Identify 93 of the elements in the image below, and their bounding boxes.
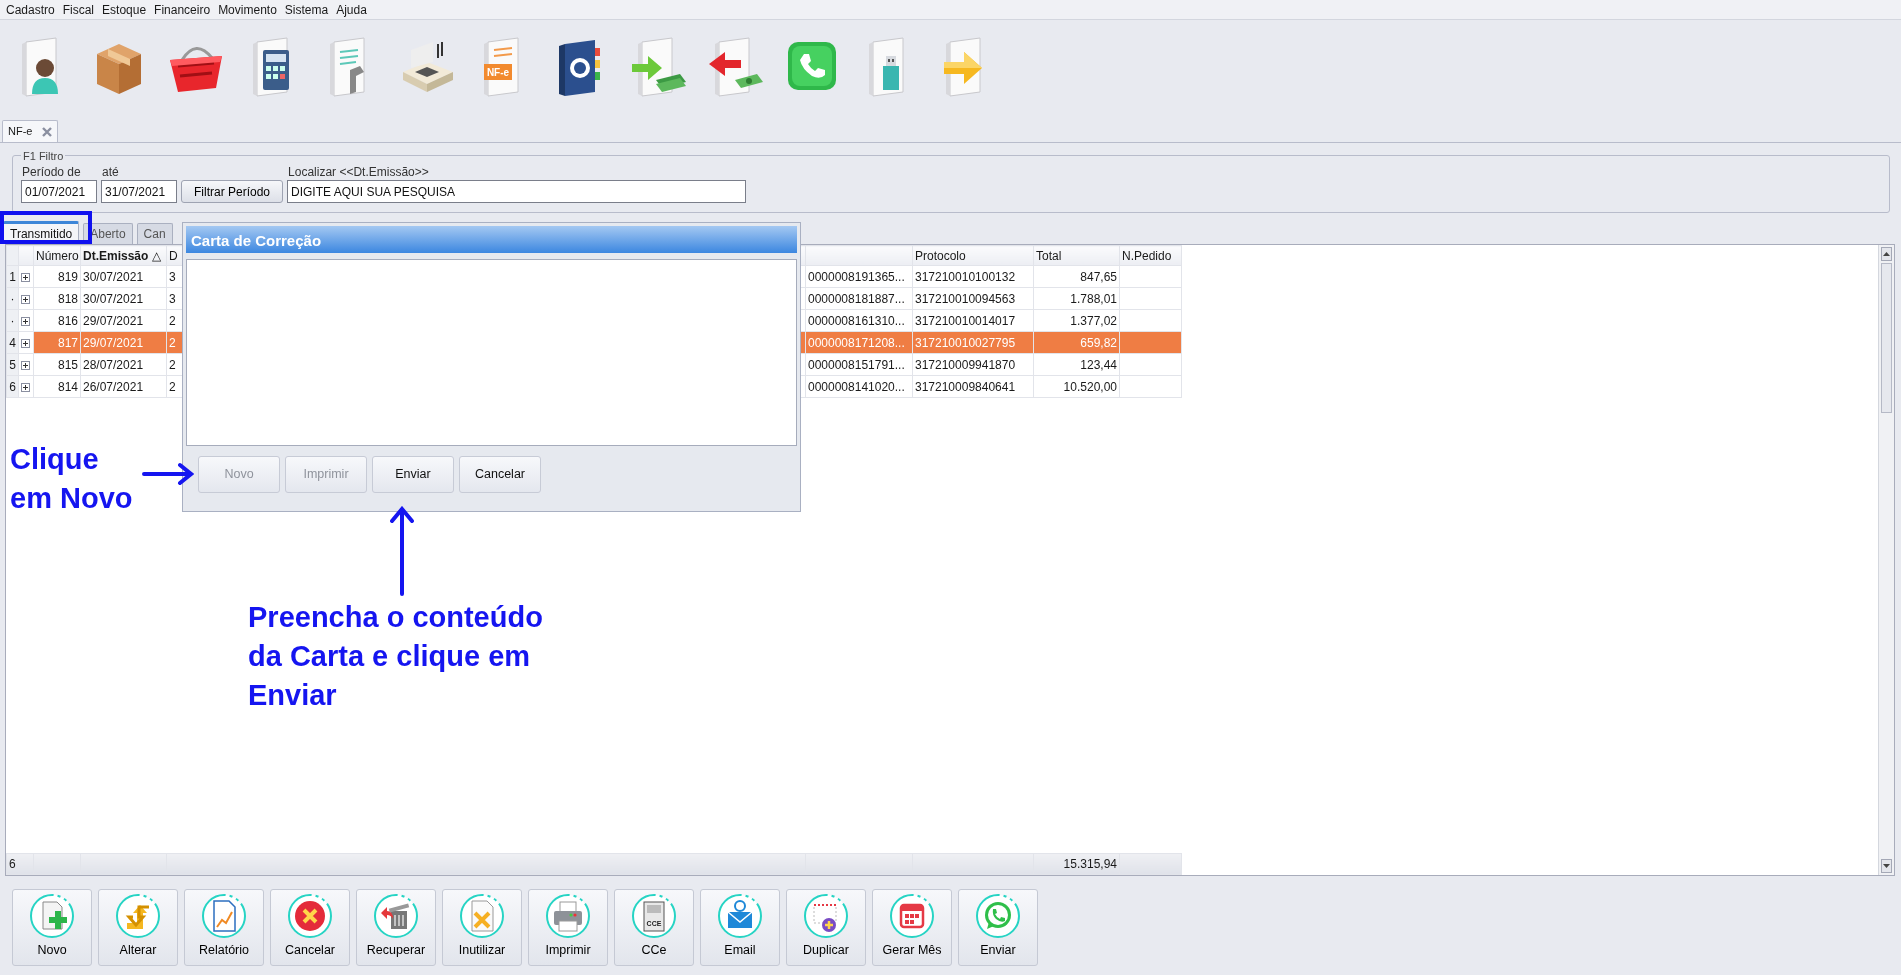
toolbar-button[interactable]: Novo	[12, 889, 92, 966]
annotation-text: Clique em Novo	[10, 442, 133, 516]
toolbar-button[interactable]: Relatório	[184, 889, 264, 966]
annotation-text: Preencha o conteúdo da Carta e clique em Enviar	[248, 600, 543, 713]
table-cell: 317210010014017	[912, 309, 1034, 332]
email-icon	[717, 893, 763, 939]
table-cell: 814	[33, 375, 81, 398]
field-label: até	[101, 165, 120, 180]
close-icon[interactable]	[42, 127, 53, 138]
toolbar-button[interactable]: Inutilizar	[442, 889, 522, 966]
table-cell: 815	[33, 353, 81, 376]
menu-item[interactable]: Estoque	[98, 0, 151, 19]
column-header[interactable]: Total	[1033, 245, 1120, 266]
date-field[interactable]: 31/07/2021	[101, 180, 177, 203]
field-label: Localizar <<Dt.Emissão>>	[287, 165, 430, 180]
row-number: 6	[6, 375, 19, 398]
table-cell: 0000008181887...	[805, 287, 913, 310]
tab[interactable]: Can	[136, 223, 173, 244]
table-cell: 0000008191365...	[805, 265, 913, 288]
trash-restore-icon	[373, 893, 419, 939]
table-cell: 1.377,02	[1033, 309, 1120, 332]
field-label: Período de	[21, 165, 82, 180]
footer-total: 15.315,94	[1033, 853, 1120, 875]
toolbar-button[interactable]: Imprimir	[528, 889, 608, 966]
column-header[interactable]: Protocolo	[912, 245, 1034, 266]
cancel-icon	[287, 893, 333, 939]
document-cross-icon	[459, 893, 505, 939]
tab-label: NF-e	[8, 124, 33, 140]
chart-document-icon	[201, 893, 247, 939]
toolbar-button[interactable]: Duplicar	[786, 889, 866, 966]
menu-item[interactable]: Financeiro	[150, 0, 215, 19]
table-cell: 28/07/2021	[80, 353, 167, 376]
filter-button[interactable]: Filtrar Período	[181, 180, 284, 203]
swap-arrows-icon	[115, 893, 161, 939]
column-header[interactable]: Dt.Emissão △	[80, 245, 167, 266]
toolbar-button[interactable]: Gerar Mês	[872, 889, 952, 966]
table-cell: 847,65	[1033, 265, 1120, 288]
expand-icon[interactable]	[21, 294, 30, 304]
footer-count: 6	[6, 853, 34, 875]
expand-icon[interactable]	[21, 272, 30, 282]
dialog-title: Carta de Correção	[186, 226, 797, 253]
toolbar-button[interactable]: Email	[700, 889, 780, 966]
table-cell: 1.788,01	[1033, 287, 1120, 310]
scroll-up-icon[interactable]	[1883, 252, 1890, 256]
table-cell: 317210009941870	[912, 353, 1034, 376]
row-number: ·	[6, 287, 19, 310]
table-cell: 26/07/2021	[80, 375, 167, 398]
table-cell: 10.520,00	[1033, 375, 1120, 398]
column-header[interactable]: Número	[33, 245, 81, 266]
menu-item[interactable]: Ajuda	[332, 0, 371, 19]
calendar-plus-icon	[803, 893, 849, 939]
table-cell: 317210010100132	[912, 265, 1034, 288]
table-cell: 818	[33, 287, 81, 310]
date-field[interactable]: 01/07/2021	[21, 180, 97, 203]
row-number: ·	[6, 309, 19, 332]
search-field[interactable]: DIGITE AQUI SUA PESQUISA	[287, 180, 747, 203]
expand-icon[interactable]	[21, 338, 30, 348]
expand-icon[interactable]	[21, 316, 30, 326]
toolbar-button[interactable]: Recuperar	[356, 889, 436, 966]
menu-item[interactable]: Fiscal	[58, 0, 99, 19]
chat-phone-icon	[975, 893, 1021, 939]
table-cell: 30/07/2021	[80, 287, 167, 310]
toolbar-button[interactable]: Alterar	[98, 889, 178, 966]
scroll-down-icon[interactable]	[1883, 864, 1890, 868]
table-cell: 0000008161310...	[805, 309, 913, 332]
menu-item[interactable]: Movimento	[214, 0, 281, 19]
table-cell: 30/07/2021	[80, 265, 167, 288]
row-number: 4	[6, 331, 19, 354]
expand-icon[interactable]	[21, 382, 30, 392]
table-cell: 317210009840641	[912, 375, 1034, 398]
table-cell: 0000008151791...	[805, 353, 913, 376]
menu-item[interactable]: Cadastro	[2, 0, 59, 19]
printer-icon	[545, 893, 591, 939]
table-cell: 123,44	[1033, 353, 1120, 376]
table-cell: 317210010094563	[912, 287, 1034, 310]
row-number: 5	[6, 353, 19, 376]
row-number: 1	[6, 265, 19, 288]
table-cell: 29/07/2021	[80, 309, 167, 332]
document-tab[interactable]: NF-e	[2, 120, 59, 142]
dialog-button[interactable]: Cancelar	[459, 456, 541, 493]
table-cell: 0000008141020...	[805, 375, 913, 398]
scrollbar-thumb[interactable]	[1881, 263, 1892, 413]
calendar-icon	[889, 893, 935, 939]
toolbar-button[interactable]: Enviar	[958, 889, 1038, 966]
dialog-button[interactable]: Enviar	[372, 456, 454, 493]
table-cell: 819	[33, 265, 81, 288]
column-header[interactable]: N.Pedido	[1119, 245, 1182, 266]
table-cell: 816	[33, 309, 81, 332]
annotation-arrow	[142, 462, 194, 486]
expand-icon[interactable]	[21, 360, 30, 370]
menu-item[interactable]: Sistema	[280, 0, 333, 19]
toolbar-button[interactable]: Cancelar	[270, 889, 350, 966]
new-document-icon	[29, 893, 75, 939]
